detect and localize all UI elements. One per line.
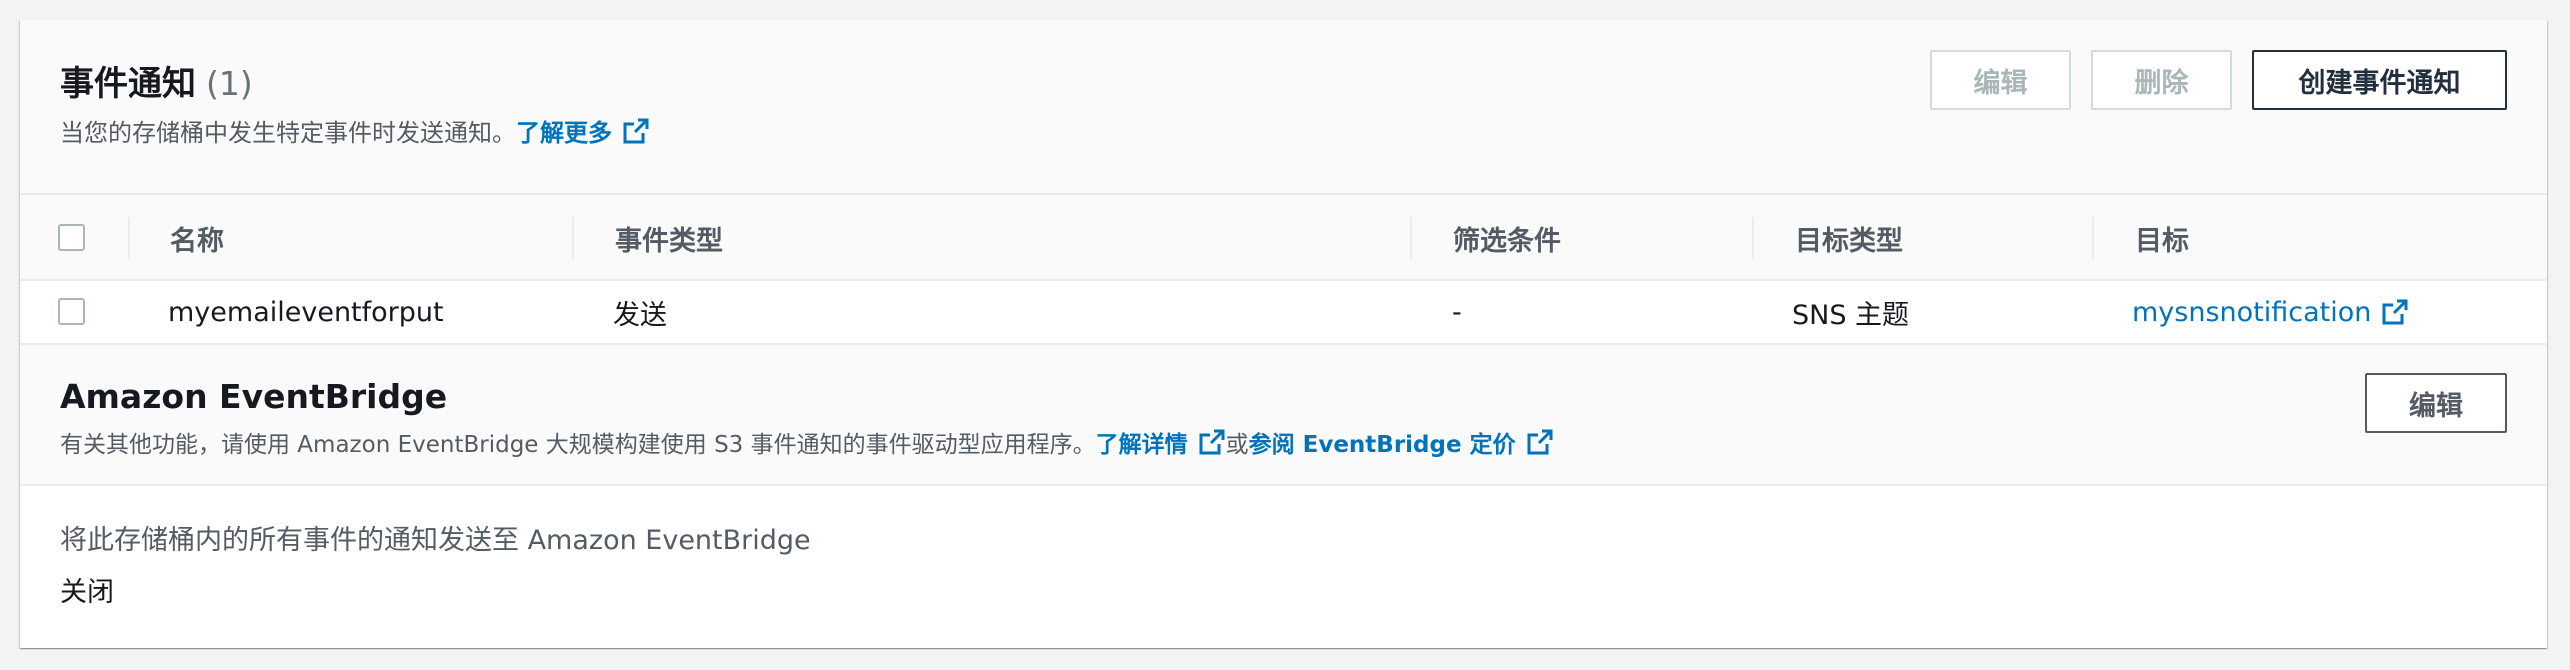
- row-event-type: 发送: [613, 299, 667, 331]
- section-title: 事件通知 (1): [60, 56, 253, 104]
- event-notifications-header: 事件通知 (1) 当您的存储桶中发生特定事件时发送通知。 了解更多 编辑 删除 …: [20, 20, 2547, 195]
- select-all-checkbox[interactable]: [58, 224, 85, 251]
- column-header-destination[interactable]: 目标: [2135, 195, 2189, 281]
- column-divider: [128, 217, 130, 259]
- description-text: 当您的存储桶中发生特定事件时发送通知。: [60, 119, 516, 147]
- create-event-notification-button[interactable]: 创建事件通知: [2252, 50, 2507, 110]
- row-checkbox[interactable]: [58, 298, 85, 325]
- eventbridge-setting-value: 关闭: [60, 577, 114, 608]
- external-link-icon[interactable]: [2381, 298, 2409, 326]
- table-row: myemaileventforput 发送 - SNS 主题 mysnsnoti…: [20, 281, 2547, 343]
- external-link-icon[interactable]: [1198, 428, 1226, 456]
- edit-button[interactable]: 编辑: [1930, 50, 2071, 110]
- row-destination: mysnsnotification: [2132, 281, 2409, 343]
- column-divider: [2092, 217, 2094, 259]
- section-title-text: 事件通知: [60, 64, 196, 104]
- row-filter: -: [1452, 296, 1462, 328]
- event-notifications-panel: 事件通知 (1) 当您的存储桶中发生特定事件时发送通知。 了解更多 编辑 删除 …: [20, 20, 2547, 648]
- delete-button[interactable]: 删除: [2091, 50, 2232, 110]
- column-header-name[interactable]: 名称: [170, 195, 224, 281]
- eventbridge-edit-button[interactable]: 编辑: [2365, 373, 2507, 433]
- column-divider: [572, 217, 574, 259]
- destination-link[interactable]: mysnsnotification: [2132, 297, 2371, 328]
- section-count: (1): [206, 64, 253, 103]
- or-text: 或: [1225, 432, 1249, 458]
- pricing-link[interactable]: 参阅 EventBridge 定价: [1249, 425, 1516, 459]
- eventbridge-description: 有关其他功能，请使用 Amazon EventBridge 大规模构建使用 S3…: [60, 425, 1554, 459]
- column-divider: [1410, 217, 1412, 259]
- eventbridge-header: Amazon EventBridge 有关其他功能，请使用 Amazon Eve…: [20, 343, 2547, 486]
- eventbridge-description-text: 有关其他功能，请使用 Amazon EventBridge 大规模构建使用 S3…: [60, 432, 1096, 458]
- column-divider: [1752, 217, 1754, 259]
- external-link-icon[interactable]: [1526, 428, 1554, 456]
- external-link-icon[interactable]: [622, 117, 650, 145]
- row-destination-type: SNS 主题: [1792, 299, 1910, 331]
- column-header-destination-type[interactable]: 目标类型: [1795, 195, 1903, 281]
- eventbridge-setting-label: 将此存储桶内的所有事件的通知发送至 Amazon EventBridge: [60, 525, 811, 556]
- column-header-event-type[interactable]: 事件类型: [615, 195, 723, 281]
- column-header-filter[interactable]: 筛选条件: [1453, 195, 1561, 281]
- learn-details-link[interactable]: 了解详情: [1096, 425, 1188, 459]
- section-description: 当您的存储桶中发生特定事件时发送通知。 了解更多: [60, 113, 650, 148]
- learn-more-link[interactable]: 了解更多: [516, 113, 612, 148]
- eventbridge-title: Amazon EventBridge: [60, 377, 448, 416]
- row-name: myemaileventforput: [168, 296, 444, 328]
- table-header: 名称 事件类型 筛选条件 目标类型 目标: [20, 195, 2547, 281]
- eventbridge-settings: 将此存储桶内的所有事件的通知发送至 Amazon EventBridge 关闭: [20, 486, 2547, 648]
